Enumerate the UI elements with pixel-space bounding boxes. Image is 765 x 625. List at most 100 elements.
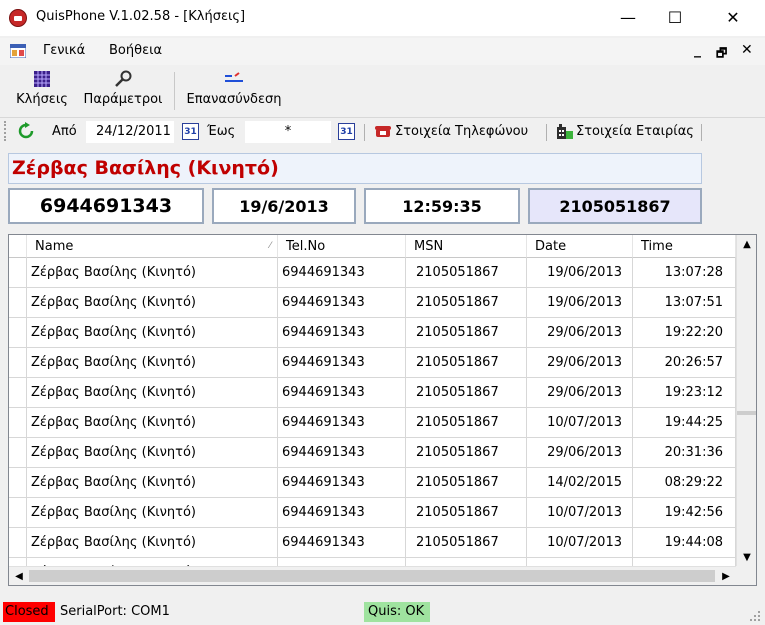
mdi-minimize-button[interactable]: _ [694, 42, 701, 58]
parameters-button[interactable]: Παράμετροι [80, 70, 166, 112]
msn-display: 2105051867 [528, 188, 702, 224]
vertical-scroll-thumb[interactable] [737, 411, 756, 415]
cell-telno: 6944691343 [278, 468, 406, 498]
menu-help[interactable]: Βοήθεια [109, 43, 162, 58]
cell-msn: 2105051867 [406, 348, 527, 378]
column-header-name-label: Name [35, 239, 74, 254]
caller-number-display: 6944691343 [8, 188, 204, 224]
mdi-close-button[interactable]: ✕ [741, 42, 753, 58]
cell-name: Ζέρβας Βασίλης (Κινητό) [27, 528, 278, 558]
row-selector[interactable] [9, 378, 27, 408]
mdi-window-icon [10, 44, 26, 58]
column-header-date[interactable]: Date [527, 235, 633, 258]
cell-msn: 2105051867 [406, 408, 527, 438]
minimize-icon: — [620, 7, 636, 27]
sort-indicator-icon: ⁄ [269, 241, 271, 251]
row-selector[interactable] [9, 528, 27, 558]
cell-time: 19:44:25 [633, 408, 736, 438]
cell-telno: 6944691343 [278, 348, 406, 378]
cell-date: 29/06/2013 [527, 318, 633, 348]
company-details-button[interactable]: Στοιχεία Εταιρίας [576, 124, 694, 139]
horizontal-scrollbar[interactable]: ◀ ▶ [9, 566, 736, 585]
call-time-display: 12:59:35 [364, 188, 520, 224]
toolbar-grip [4, 121, 9, 141]
cell-name: Ζέρβας Βασίλης (Κινητό) [27, 378, 278, 408]
table-row[interactable]: Ζέρβας Βασίλης (Κινητό)69446913432105051… [9, 468, 736, 498]
table-row[interactable]: Ζέρβας Βασίλης (Κινητό)69446913432105051… [9, 288, 736, 318]
resize-grip-icon[interactable] [749, 610, 761, 622]
reconnect-icon [224, 70, 244, 88]
filter-separator-3 [701, 124, 702, 141]
cell-time: 13:07:28 [633, 258, 736, 288]
cell-telno: 6944691343 [278, 498, 406, 528]
table-row[interactable]: Ζέρβας Βασίλης (Κινητό)69446913432105051… [9, 258, 736, 288]
cell-time: 08:29:22 [633, 468, 736, 498]
row-selector[interactable] [9, 258, 27, 288]
table-row[interactable]: Ζέρβας Βασίλης (Κινητό)69446913432105051… [9, 378, 736, 408]
scroll-down-arrow-icon[interactable]: ▼ [737, 548, 756, 566]
from-calendar-icon[interactable]: 31 [182, 123, 199, 140]
row-selector[interactable] [9, 408, 27, 438]
table-row[interactable]: Ζέρβας Βασίλης (Κινητό)69446913432105051… [9, 408, 736, 438]
row-selector[interactable] [9, 318, 27, 348]
to-calendar-icon[interactable]: 31 [338, 123, 355, 140]
row-selector[interactable] [9, 498, 27, 528]
cell-date: 19/06/2013 [527, 258, 633, 288]
vertical-scrollbar[interactable]: ▲ ▼ [736, 235, 756, 566]
scroll-up-arrow-icon[interactable]: ▲ [737, 235, 756, 253]
cell-telno: 6944691343 [278, 408, 406, 438]
mdi-restore-button[interactable]: 🗗 [716, 44, 727, 65]
filter-separator [364, 124, 365, 141]
row-selector[interactable] [9, 288, 27, 318]
cell-date: 29/06/2013 [527, 348, 633, 378]
cell-msn: 2105051867 [406, 318, 527, 348]
cell-name: Ζέρβας Βασίλης (Κινητό) [27, 498, 278, 528]
column-header-msn[interactable]: MSN [406, 235, 527, 258]
column-header-time[interactable]: Time [633, 235, 736, 258]
refresh-icon[interactable] [17, 122, 35, 140]
row-selector[interactable] [9, 348, 27, 378]
calls-label: Κλήσεις [16, 92, 68, 107]
menu-general[interactable]: Γενικά [43, 43, 85, 58]
scroll-left-arrow-icon[interactable]: ◀ [9, 567, 29, 585]
calls-grid[interactable]: Name ⁄ Tel.No MSN Date Time Ζέρβας Βασίλ… [8, 234, 757, 586]
phone-details-button[interactable]: Στοιχεία Τηλεφώνου [395, 124, 528, 139]
cell-msn: 2105051867 [406, 258, 527, 288]
reconnect-button[interactable]: Επανασύνδεση [182, 70, 286, 112]
window-title: QuisPhone V.1.02.58 - [Κλήσεις] [36, 9, 246, 24]
to-date-field[interactable]: * [245, 121, 331, 143]
maximize-button[interactable]: ☐ [652, 0, 698, 34]
calls-button[interactable]: Κλήσεις [14, 70, 70, 112]
parameters-label: Παράμετροι [83, 92, 163, 107]
cell-msn: 2105051867 [406, 378, 527, 408]
row-selector[interactable] [9, 438, 27, 468]
cell-telno: 6944691343 [278, 318, 406, 348]
column-header-telno[interactable]: Tel.No [278, 235, 406, 258]
table-row[interactable]: Ζέρβας Βασίλης (Κινητό)69446913432105051… [9, 438, 736, 468]
column-header-name[interactable]: Name ⁄ [27, 235, 278, 258]
minimize-button[interactable]: — [605, 0, 651, 34]
cell-name: Ζέρβας Βασίλης (Κινητό) [27, 408, 278, 438]
cell-msn: 2105051867 [406, 468, 527, 498]
table-row[interactable]: Ζέρβας Βασίλης (Κινητό)69446913432105051… [9, 318, 736, 348]
table-row[interactable]: Ζέρβας Βασίλης (Κινητό)69446913432105051… [9, 528, 736, 558]
reconnect-label: Επανασύνδεση [186, 92, 282, 107]
scroll-right-arrow-icon[interactable]: ▶ [716, 567, 736, 585]
close-button[interactable]: ✕ [710, 0, 756, 34]
cell-date: 29/06/2013 [527, 378, 633, 408]
table-row[interactable]: Ζέρβας Βασίλης (Κινητό)69446913432105051… [9, 498, 736, 528]
from-date-field[interactable]: 24/12/2011 [86, 121, 174, 143]
row-selector[interactable] [9, 468, 27, 498]
toolbar-separator [174, 72, 175, 110]
horizontal-scroll-thumb[interactable] [29, 570, 715, 582]
table-row[interactable]: Ζέρβας Βασίλης (Κινητό)69446913432105051… [9, 348, 736, 378]
cell-date: 14/02/2015 [527, 468, 633, 498]
cell-date: 19/06/2013 [527, 288, 633, 318]
cell-name: Ζέρβας Βασίλης (Κινητό) [27, 258, 278, 288]
cell-msn: 2105051867 [406, 288, 527, 318]
cell-time: 19:44:08 [633, 528, 736, 558]
cell-name: Ζέρβας Βασίλης (Κινητό) [27, 288, 278, 318]
port-state-badge: Closed [3, 602, 55, 622]
cell-msn: 2105051867 [406, 498, 527, 528]
filter-separator-2 [546, 124, 547, 141]
